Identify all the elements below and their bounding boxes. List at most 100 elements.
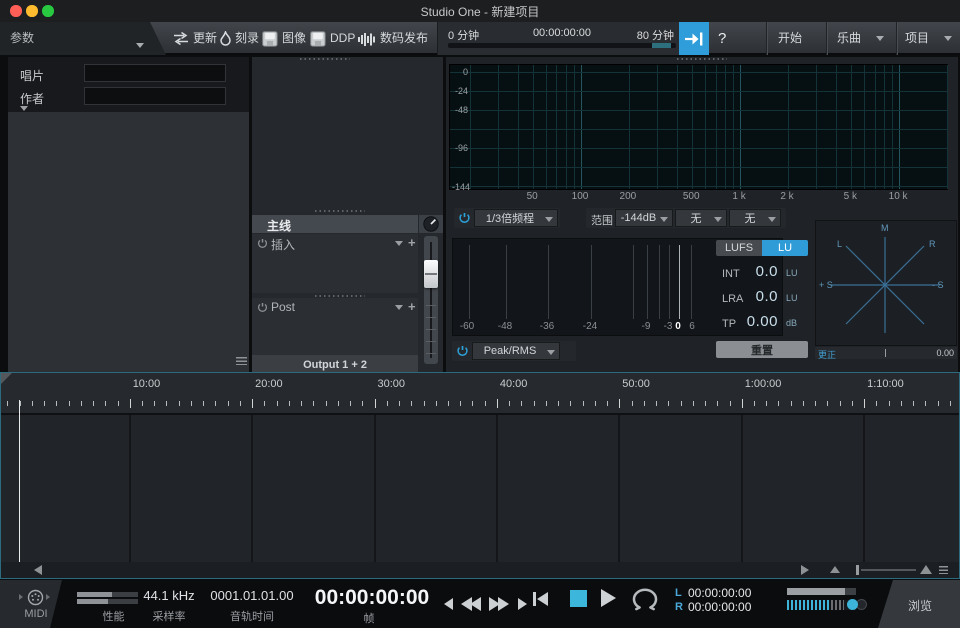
- burn-button[interactable]: 刻录: [235, 22, 259, 55]
- master-knob-cell[interactable]: [419, 215, 443, 233]
- ruler-tick: [191, 401, 192, 406]
- ruler-tick: [705, 401, 706, 406]
- range-dropdown[interactable]: -144dB: [615, 209, 673, 227]
- image-button[interactable]: 图像: [282, 22, 306, 55]
- track-lanes[interactable]: [1, 415, 959, 562]
- project-chevron-icon[interactable]: [944, 36, 952, 41]
- album-input[interactable]: [84, 64, 226, 82]
- ruler-tick: [399, 401, 400, 406]
- mono-toggle[interactable]: [847, 599, 867, 611]
- disc-usage-bar: [448, 43, 676, 48]
- gonio-l-label: L: [837, 239, 842, 249]
- publish-button[interactable]: 数码发布: [380, 22, 428, 55]
- meter-power-icon[interactable]: [456, 345, 469, 358]
- grid-line: [884, 65, 885, 189]
- lu-tab[interactable]: LU: [762, 240, 808, 256]
- grid-line: [566, 65, 567, 189]
- meter-scale-label: 0: [675, 321, 681, 332]
- spectrum-power-icon[interactable]: [458, 212, 471, 225]
- midi-icon: [27, 589, 44, 606]
- ruler-tick: [803, 401, 804, 406]
- previous-marker-button[interactable]: [444, 598, 453, 610]
- master-header[interactable]: 主线: [252, 215, 418, 233]
- db-axis-label: 0: [452, 67, 468, 77]
- ruler-tick: [595, 401, 596, 406]
- project-button[interactable]: 项目: [905, 22, 929, 55]
- right-time-value: 00:00:00:00: [688, 600, 751, 614]
- track-time-value[interactable]: 0001.01.01.00: [210, 588, 294, 603]
- left-channel-label: L: [675, 587, 682, 599]
- output-bar[interactable]: Output 1 + 2: [252, 355, 418, 372]
- meter-scale-line: [469, 245, 470, 319]
- grid-line: [546, 65, 547, 189]
- update-button[interactable]: 更新: [193, 22, 217, 55]
- zoom-out-icon[interactable]: [830, 566, 840, 573]
- stop-button[interactable]: [570, 590, 587, 607]
- add-insert-button[interactable]: +: [408, 238, 416, 248]
- reset-button[interactable]: 重置: [716, 341, 808, 358]
- params-dropdown[interactable]: 参数: [0, 22, 168, 55]
- expand-metadata-chevron[interactable]: [20, 106, 28, 111]
- next-marker-button[interactable]: [518, 598, 527, 610]
- loudness-row-label: LRA: [722, 293, 743, 305]
- rewind-button[interactable]: [470, 597, 481, 611]
- add-post-button[interactable]: +: [408, 302, 416, 312]
- zoom-slider-track[interactable]: [861, 569, 916, 571]
- loop-button[interactable]: [627, 588, 663, 611]
- hold-dropdown[interactable]: 无: [675, 209, 727, 227]
- ruler-tick: [485, 401, 486, 406]
- timeline-ruler[interactable]: 10:0020:0030:0040:0050:001:00:001:10:00: [1, 373, 959, 415]
- drag-handle[interactable]: [315, 295, 365, 297]
- song-button[interactable]: 乐曲: [837, 22, 861, 55]
- follow-button[interactable]: [679, 22, 709, 55]
- analysis-panel: 0-24-48-96-144 501002005001 k2 k5 k10 k …: [446, 57, 958, 372]
- playhead[interactable]: [19, 400, 21, 562]
- disc-image-icon: [262, 31, 278, 52]
- song-chevron-icon[interactable]: [876, 36, 884, 41]
- start-button[interactable]: 开始: [778, 22, 802, 55]
- main-time-display[interactable]: 00:00:00:00: [310, 586, 434, 610]
- browse-section[interactable]: 浏览: [872, 580, 960, 628]
- ruler-tick: [93, 401, 94, 406]
- help-button[interactable]: ?: [718, 22, 726, 55]
- play-button[interactable]: [601, 589, 616, 607]
- ruler-tick: [289, 401, 290, 406]
- spectrum-mode-dropdown[interactable]: 1/3倍频程: [474, 209, 558, 227]
- ruler-label: 50:00: [622, 378, 650, 390]
- browse-button[interactable]: 浏览: [908, 597, 932, 614]
- drag-handle[interactable]: [315, 210, 365, 212]
- post-chevron-icon[interactable]: [395, 305, 403, 310]
- scroll-right-icon[interactable]: [801, 565, 809, 575]
- lufs-tab[interactable]: LUFS: [716, 240, 762, 256]
- artist-input[interactable]: [84, 87, 226, 105]
- metadata-header: 唱片 作者: [8, 57, 249, 112]
- loudness-row-label: INT: [722, 268, 740, 280]
- drag-handle[interactable]: [300, 58, 350, 60]
- panel-menu-icon[interactable]: [236, 357, 247, 365]
- meter-scale-line: [633, 245, 634, 319]
- zoom-slider-handle[interactable]: [856, 565, 859, 575]
- zoom-in-icon[interactable]: [920, 565, 932, 574]
- goniometer-scope: M L R + S - S: [815, 220, 957, 346]
- gain-knob-icon: [422, 216, 440, 232]
- ruler-tick: [387, 401, 388, 406]
- ddp-button[interactable]: DDP: [330, 22, 355, 55]
- grid-line: [740, 65, 741, 189]
- performance-label: 性能: [83, 608, 144, 624]
- ruler-tick: [509, 401, 510, 406]
- timeline-options-icon[interactable]: [939, 566, 948, 574]
- grid-line: [816, 65, 817, 189]
- sample-rate-value[interactable]: 44.1 kHz: [140, 588, 198, 603]
- ruler-tick: [338, 401, 339, 406]
- meter-mode-dropdown[interactable]: Peak/RMS: [472, 342, 560, 360]
- drag-handle[interactable]: [677, 58, 727, 60]
- scroll-left-icon[interactable]: [34, 565, 42, 575]
- midi-monitor[interactable]: MIDI: [0, 580, 64, 628]
- inserts-chevron-icon[interactable]: [395, 241, 403, 246]
- grid-line: [581, 65, 582, 189]
- fader-cap[interactable]: [424, 260, 438, 288]
- track-grid-line: [618, 415, 620, 562]
- fast-forward-button[interactable]: [498, 597, 509, 611]
- ruler-tick: [252, 399, 253, 408]
- overlay-dropdown[interactable]: 无: [729, 209, 781, 227]
